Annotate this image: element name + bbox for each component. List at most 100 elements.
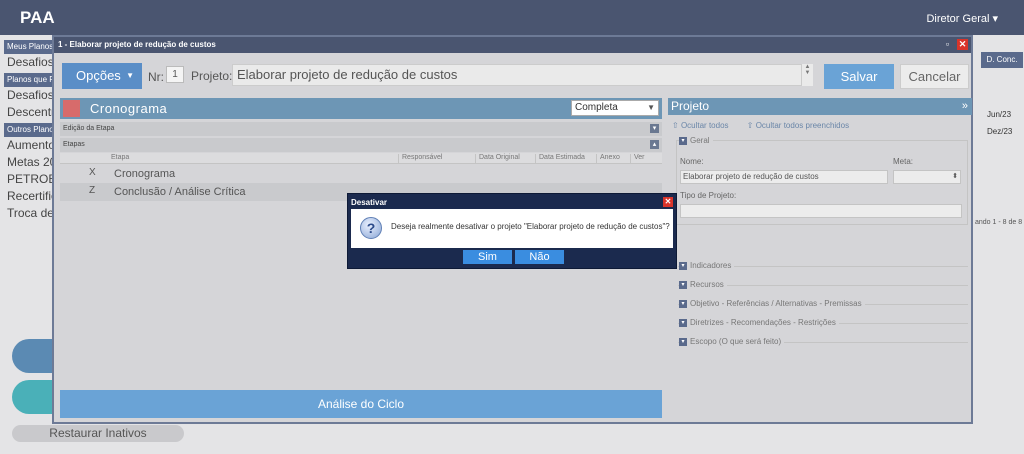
section-planos-que-participo[interactable]: Planos que P [4, 73, 52, 87]
background-right-column: D. Conc. Jun/23 Dez/23 ando 1 - 8 de 8 [975, 52, 1023, 226]
options-button[interactable]: Opções ▼ [62, 63, 142, 89]
input-scroll-arrows-icon[interactable]: ▲ ▼ [801, 64, 813, 86]
list-item[interactable]: Desafios [4, 87, 52, 104]
nr-field[interactable]: 1 [166, 66, 184, 83]
etapa-name: Conclusão / Análise Crítica [114, 186, 246, 198]
cronograma-header: Cronograma Completa ▼ [60, 98, 662, 119]
caret-down-icon: ▼ [126, 71, 134, 80]
list-item[interactable]: Desafios [4, 54, 52, 71]
user-menu[interactable]: Diretor Geral ▾ [926, 12, 998, 25]
chevron-down-icon: ▼ [647, 103, 655, 112]
no-button[interactable]: Não [515, 250, 564, 264]
list-item[interactable]: Descentra [4, 104, 52, 121]
view-filter-select[interactable]: Completa ▼ [571, 100, 659, 116]
geral-section: Nome: Elaborar projeto de redução de cus… [676, 140, 968, 225]
color-swatch[interactable] [63, 100, 80, 117]
restore-inactive-button[interactable]: Restaurar Inativos [12, 425, 184, 442]
column-header[interactable]: Data Original [475, 154, 520, 164]
hide-filled-link[interactable]: ⇧ Ocultar todos preenchidos [747, 121, 857, 130]
spinner-icon[interactable]: ⬍ [952, 171, 958, 183]
nr-label: Nr: [148, 70, 164, 84]
column-header[interactable]: Etapa [108, 154, 129, 164]
column-header: D. Conc. [981, 52, 1023, 68]
date-cell: Dez/23 [987, 127, 1013, 136]
expand-section-icon: ▾ [679, 337, 687, 346]
collapse-up-icon[interactable]: ▴ [650, 140, 659, 149]
etapa-code: X [89, 167, 96, 178]
collapse-icon: ▾ [679, 136, 687, 145]
list-item[interactable]: Aumento [4, 137, 52, 154]
yes-button[interactable]: Sim [463, 250, 512, 264]
column-header[interactable]: Data Estimada [535, 154, 585, 164]
expand-icon[interactable]: » [962, 98, 968, 115]
geral-label: Geral [690, 136, 710, 145]
section-label: Recursos [690, 280, 724, 289]
cycle-analysis-button[interactable]: Análise do Ciclo [60, 390, 662, 418]
etapas-header: Etapas ▴ [60, 138, 662, 152]
project-panel: Projeto » ⇧ Ocultar todos ⇧ Ocultar todo… [668, 98, 972, 423]
deactivate-dialog: Desativar ✕ ? Deseja realmente desativar… [347, 193, 677, 269]
question-icon: ? [360, 217, 382, 239]
meta-label: Meta: [893, 157, 914, 166]
collapse-down-icon[interactable]: ▾ [650, 124, 659, 133]
expand-section-icon: ▾ [679, 318, 687, 327]
column-header[interactable]: Responsável [398, 154, 442, 164]
hide-all-link[interactable]: ⇧ Ocultar todos [672, 121, 737, 130]
etapa-code: Z [89, 185, 96, 196]
close-icon[interactable]: ✕ [663, 197, 673, 207]
section-toggle[interactable]: ▾ Diretrizes - Recomendações - Restrições [679, 318, 839, 327]
top-bar: PAA Diretor Geral ▾ [0, 0, 1024, 35]
dialog-title: Desativar [351, 198, 388, 207]
name-field[interactable]: Elaborar projeto de redução de custos [680, 170, 888, 184]
section-outros-planos[interactable]: Outros Plano [4, 123, 52, 137]
expand-section-icon: ▾ [679, 299, 687, 308]
list-item[interactable]: Recertific [4, 188, 52, 205]
project-panel-header: Projeto » [668, 98, 972, 115]
modal-titlebar: 1 - Elaborar projeto de redução de custo… [54, 37, 971, 53]
section-toggle[interactable]: ▾ Escopo (O que será feito) [679, 337, 785, 346]
geral-toggle[interactable]: ▾ Geral [679, 136, 713, 145]
section-label: Escopo (O que será feito) [690, 337, 782, 346]
section-toggle[interactable]: ▾ Indicadores [679, 261, 735, 270]
section-toggle[interactable]: ▾ Objetivo - Referências / Alternativas -… [679, 299, 865, 308]
project-panel-title: Projeto [671, 99, 710, 113]
list-item[interactable]: Metas 20 [4, 154, 52, 171]
project-panel-links: ⇧ Ocultar todos ⇧ Ocultar todos preenchi… [668, 118, 972, 133]
name-label: Nome: [680, 157, 704, 166]
app-title: PAA [20, 8, 55, 27]
project-type-field[interactable] [680, 204, 962, 218]
list-item[interactable]: Troca de [4, 205, 52, 222]
project-label: Projeto: [191, 69, 233, 83]
pager-text: ando 1 - 8 de 8 [975, 219, 1023, 226]
cronograma-title: Cronograma [90, 101, 168, 116]
section-toggle[interactable]: ▾ Recursos [679, 280, 727, 289]
options-label: Opções [76, 68, 121, 83]
dialog-body: ? Deseja realmente desativar o projeto "… [351, 209, 673, 248]
section-label: Indicadores [690, 261, 732, 270]
section-label: Diretrizes - Recomendações - Restrições [690, 318, 836, 327]
etapas-label: Etapas [63, 141, 85, 148]
column-header[interactable]: Ver [630, 154, 645, 164]
section-meus-planos[interactable]: Meus Planos [4, 40, 52, 54]
modal-toolbar: Opções ▼ Nr: 1 Projeto: Elaborar projeto… [60, 61, 969, 89]
etapa-name: Cronograma [114, 168, 176, 180]
meta-field[interactable]: ⬍ [893, 170, 961, 184]
close-icon[interactable]: ✕ [957, 39, 968, 50]
cancel-button[interactable]: Cancelar [900, 64, 969, 89]
expand-section-icon: ▾ [679, 261, 687, 270]
project-type-label: Tipo de Projeto: [680, 191, 737, 200]
save-button[interactable]: Salvar [824, 64, 894, 89]
table-row[interactable]: X Cronograma [60, 165, 662, 183]
column-header[interactable]: Anexo [596, 154, 620, 164]
dialog-message: Deseja realmente desativar o projeto "El… [391, 222, 670, 231]
view-filter-value: Completa [575, 102, 618, 113]
edicao-etapa-header: Edição da Etapa ▾ [60, 122, 662, 136]
edicao-etapa-label: Edição da Etapa [63, 125, 115, 132]
modal-title: 1 - Elaborar projeto de redução de custo… [58, 40, 216, 49]
date-cell: Jun/23 [987, 110, 1012, 119]
hide-all-label: Ocultar todos [680, 121, 729, 130]
restore-window-icon[interactable]: ▫ [942, 39, 953, 50]
list-item[interactable]: PETROBR [4, 171, 52, 188]
project-name-input[interactable]: Elaborar projeto de redução de custos [232, 64, 810, 86]
hide-filled-label: Ocultar todos preenchidos [755, 121, 850, 130]
